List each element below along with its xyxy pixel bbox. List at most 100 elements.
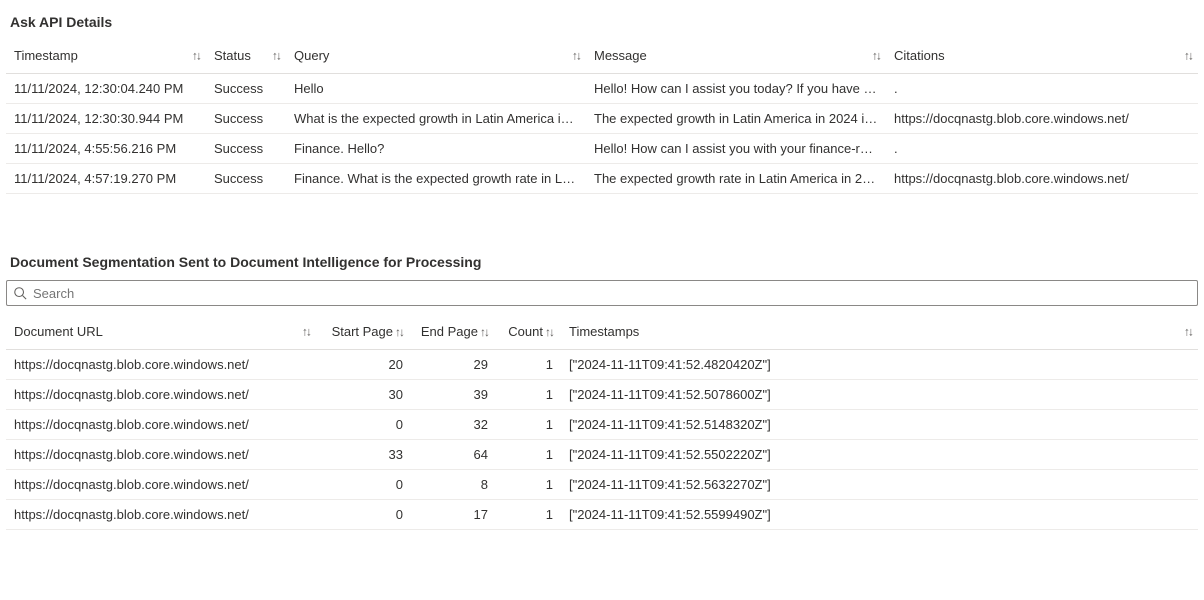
cell-citations: https://docqnastg.blob.core.windows.net/ — [886, 164, 1198, 194]
table-header-row: Document URL ↑↓ Start Page↑↓ End Page↑↓ … — [6, 316, 1198, 350]
cell-timestamps: ["2024-11-11T09:41:52.5078600Z"] — [561, 380, 1198, 410]
sort-icon: ↑↓ — [1184, 48, 1192, 62]
sort-icon: ↑↓ — [872, 48, 880, 62]
col-label: Start Page — [332, 324, 393, 339]
cell-start-page: 0 — [316, 410, 411, 440]
cell-document-url: https://docqnastg.blob.core.windows.net/ — [6, 500, 316, 530]
col-label: Timestamps — [569, 324, 639, 339]
cell-end-page: 8 — [411, 470, 496, 500]
table-header-row: Timestamp ↑↓ Status ↑↓ Query ↑↓ Message … — [6, 40, 1198, 74]
cell-query: Hello — [286, 74, 586, 104]
cell-citations: https://docqnastg.blob.core.windows.net/ — [886, 104, 1198, 134]
table-row[interactable]: https://docqnastg.blob.core.windows.net/… — [6, 470, 1198, 500]
cell-end-page: 17 — [411, 500, 496, 530]
sort-icon: ↑↓ — [192, 48, 200, 62]
cell-query: What is the expected growth in Latin Ame… — [286, 104, 586, 134]
cell-document-url: https://docqnastg.blob.core.windows.net/ — [6, 470, 316, 500]
col-label: Query — [294, 48, 329, 63]
cell-end-page: 32 — [411, 410, 496, 440]
cell-end-page: 29 — [411, 350, 496, 380]
cell-count: 1 — [496, 350, 561, 380]
table-row[interactable]: 11/11/2024, 12:30:30.944 PMSuccessWhat i… — [6, 104, 1198, 134]
cell-timestamp: 11/11/2024, 12:30:04.240 PM — [6, 74, 206, 104]
col-label: End Page — [421, 324, 478, 339]
cell-start-page: 0 — [316, 500, 411, 530]
sort-icon: ↑↓ — [302, 324, 310, 338]
col-label: Timestamp — [14, 48, 78, 63]
sort-icon: ↑↓ — [1184, 324, 1192, 338]
cell-timestamps: ["2024-11-11T09:41:52.4820420Z"] — [561, 350, 1198, 380]
cell-status: Success — [206, 164, 286, 194]
sort-icon: ↑↓ — [545, 325, 553, 339]
cell-query: Finance. Hello? — [286, 134, 586, 164]
table-row[interactable]: 11/11/2024, 12:30:04.240 PMSuccessHelloH… — [6, 74, 1198, 104]
section1-title: Ask API Details — [10, 14, 1198, 30]
cell-query: Finance. What is the expected growth rat… — [286, 164, 586, 194]
cell-status: Success — [206, 74, 286, 104]
cell-count: 1 — [496, 500, 561, 530]
table-row[interactable]: 11/11/2024, 4:57:19.270 PMSuccessFinance… — [6, 164, 1198, 194]
cell-document-url: https://docqnastg.blob.core.windows.net/ — [6, 380, 316, 410]
cell-timestamp: 11/11/2024, 12:30:30.944 PM — [6, 104, 206, 134]
sort-icon: ↑↓ — [395, 325, 403, 339]
col-status[interactable]: Status ↑↓ — [206, 40, 286, 74]
col-timestamp[interactable]: Timestamp ↑↓ — [6, 40, 206, 74]
cell-document-url: https://docqnastg.blob.core.windows.net/ — [6, 410, 316, 440]
ask-api-details-section: Ask API Details Timestamp ↑↓ Status ↑↓ Q… — [6, 14, 1198, 194]
col-label: Document URL — [14, 324, 103, 339]
cell-count: 1 — [496, 470, 561, 500]
col-citations[interactable]: Citations ↑↓ — [886, 40, 1198, 74]
section2-title: Document Segmentation Sent to Document I… — [10, 254, 1198, 270]
cell-start-page: 33 — [316, 440, 411, 470]
cell-document-url: https://docqnastg.blob.core.windows.net/ — [6, 440, 316, 470]
cell-count: 1 — [496, 410, 561, 440]
table-row[interactable]: https://docqnastg.blob.core.windows.net/… — [6, 350, 1198, 380]
search-icon — [13, 286, 27, 300]
cell-timestamps: ["2024-11-11T09:41:52.5148320Z"] — [561, 410, 1198, 440]
cell-timestamp: 11/11/2024, 4:57:19.270 PM — [6, 164, 206, 194]
cell-citations: . — [886, 134, 1198, 164]
col-label: Count — [508, 324, 543, 339]
col-start-page[interactable]: Start Page↑↓ — [316, 316, 411, 350]
cell-timestamp: 11/11/2024, 4:55:56.216 PM — [6, 134, 206, 164]
cell-count: 1 — [496, 380, 561, 410]
col-label: Status — [214, 48, 251, 63]
cell-message: The expected growth in Latin America in … — [586, 104, 886, 134]
cell-start-page: 20 — [316, 350, 411, 380]
cell-timestamps: ["2024-11-11T09:41:52.5632270Z"] — [561, 470, 1198, 500]
cell-start-page: 0 — [316, 470, 411, 500]
table-row[interactable]: https://docqnastg.blob.core.windows.net/… — [6, 440, 1198, 470]
search-box[interactable] — [6, 280, 1198, 306]
table-row[interactable]: https://docqnastg.blob.core.windows.net/… — [6, 410, 1198, 440]
doc-segmentation-table: Document URL ↑↓ Start Page↑↓ End Page↑↓ … — [6, 316, 1198, 530]
cell-message: Hello! How can I assist you with your fi… — [586, 134, 886, 164]
cell-timestamps: ["2024-11-11T09:41:52.5599490Z"] — [561, 500, 1198, 530]
col-label: Message — [594, 48, 647, 63]
table-row[interactable]: 11/11/2024, 4:55:56.216 PMSuccessFinance… — [6, 134, 1198, 164]
sort-icon: ↑↓ — [272, 48, 280, 62]
cell-end-page: 64 — [411, 440, 496, 470]
cell-document-url: https://docqnastg.blob.core.windows.net/ — [6, 350, 316, 380]
ask-api-table: Timestamp ↑↓ Status ↑↓ Query ↑↓ Message … — [6, 40, 1198, 194]
search-input[interactable] — [27, 286, 1191, 301]
cell-message: Hello! How can I assist you today? If yo… — [586, 74, 886, 104]
table-row[interactable]: https://docqnastg.blob.core.windows.net/… — [6, 380, 1198, 410]
table-row[interactable]: https://docqnastg.blob.core.windows.net/… — [6, 500, 1198, 530]
cell-message: The expected growth rate in Latin Americ… — [586, 164, 886, 194]
cell-timestamps: ["2024-11-11T09:41:52.5502220Z"] — [561, 440, 1198, 470]
cell-status: Success — [206, 134, 286, 164]
col-message[interactable]: Message ↑↓ — [586, 40, 886, 74]
col-count[interactable]: Count↑↓ — [496, 316, 561, 350]
col-query[interactable]: Query ↑↓ — [286, 40, 586, 74]
sort-icon: ↑↓ — [480, 325, 488, 339]
doc-segmentation-section: Document Segmentation Sent to Document I… — [6, 254, 1198, 530]
sort-icon: ↑↓ — [572, 48, 580, 62]
cell-end-page: 39 — [411, 380, 496, 410]
col-end-page[interactable]: End Page↑↓ — [411, 316, 496, 350]
cell-status: Success — [206, 104, 286, 134]
col-document-url[interactable]: Document URL ↑↓ — [6, 316, 316, 350]
cell-start-page: 30 — [316, 380, 411, 410]
col-timestamps[interactable]: Timestamps ↑↓ — [561, 316, 1198, 350]
cell-count: 1 — [496, 440, 561, 470]
cell-citations: . — [886, 74, 1198, 104]
